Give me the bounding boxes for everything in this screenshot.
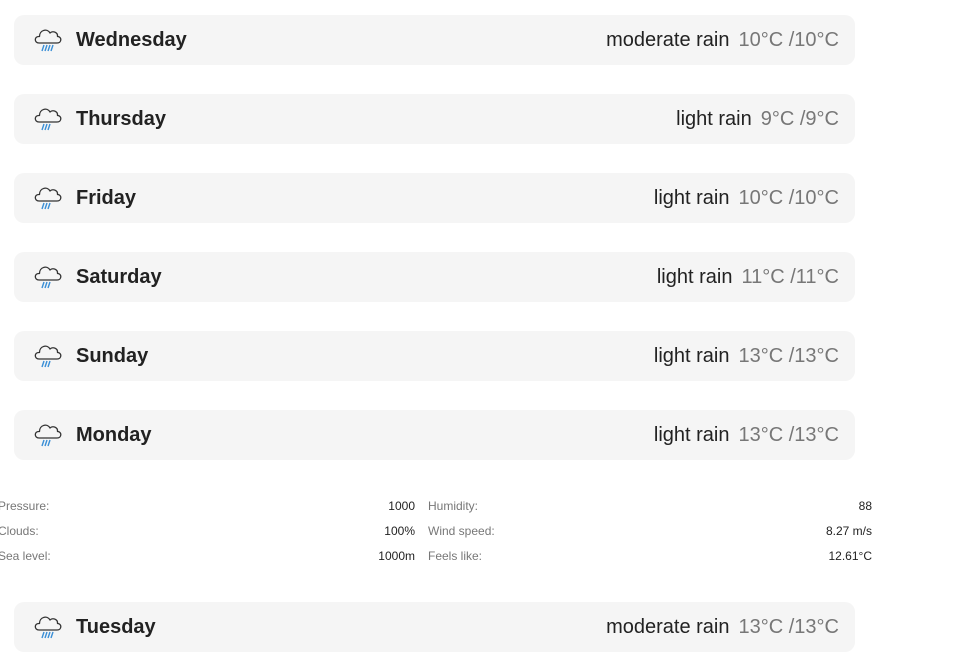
forecast-row-sunday[interactable]: Sunday light rain 13°C /13°C bbox=[14, 331, 855, 381]
weather-description: moderate rain bbox=[606, 29, 730, 51]
weather-description: light rain bbox=[653, 345, 730, 367]
day-name: Saturday bbox=[76, 266, 162, 288]
rain-cloud-icon bbox=[31, 419, 63, 451]
rain-cloud-icon bbox=[31, 103, 63, 135]
rain-cloud-icon bbox=[31, 611, 63, 643]
forecast-row-friday[interactable]: Friday light rain 10°C /10°C bbox=[14, 173, 855, 223]
humidity-label: Humidity: bbox=[428, 499, 479, 513]
temperature-range: 13°C /13°C bbox=[738, 616, 840, 638]
day-name: Wednesday bbox=[76, 29, 187, 51]
pressure-label: Pressure: bbox=[0, 499, 50, 513]
temperature-range: 11°C /11°C bbox=[741, 266, 839, 288]
rain-cloud-icon bbox=[31, 24, 63, 56]
clouds-label: Clouds: bbox=[0, 524, 39, 538]
pressure-row: Pressure: 1000 bbox=[0, 494, 415, 519]
day-name: Sunday bbox=[76, 345, 149, 367]
day-name: Thursday bbox=[76, 108, 167, 130]
clouds-row: Clouds: 100% bbox=[0, 519, 415, 544]
sea-level-value: 1000m bbox=[378, 549, 415, 563]
feels-like-value: 12.61°C bbox=[828, 549, 873, 563]
wind-speed-row: Wind speed: 8.27 m/s bbox=[428, 519, 872, 544]
forecast-row-thursday[interactable]: Thursday light rain 9°C /9°C bbox=[14, 94, 855, 144]
wind-speed-label: Wind speed: bbox=[428, 524, 495, 538]
weather-description: light rain bbox=[676, 108, 752, 130]
weather-description: light rain bbox=[653, 187, 730, 209]
rain-cloud-icon bbox=[31, 340, 63, 372]
feels-like-label: Feels like: bbox=[428, 549, 483, 563]
temperature-range: 13°C /13°C bbox=[738, 424, 840, 446]
weather-description: light rain bbox=[653, 424, 730, 446]
humidity-row: Humidity: 88 bbox=[428, 494, 872, 519]
temperature-range: 10°C /10°C bbox=[738, 29, 840, 51]
forecast-row-wednesday[interactable]: Wednesday moderate rain 10°C /10°C bbox=[14, 15, 855, 65]
weather-description: light rain bbox=[656, 266, 733, 288]
weather-details-panel: Pressure: 1000 Clouds: 100% Sea level: 1… bbox=[0, 494, 955, 574]
forecast-row-saturday[interactable]: Saturday light rain 11°C /11°C bbox=[14, 252, 855, 302]
day-name: Friday bbox=[76, 187, 137, 209]
clouds-value: 100% bbox=[384, 524, 415, 538]
temperature-range: 13°C /13°C bbox=[738, 345, 840, 367]
wind-speed-value: 8.27 m/s bbox=[825, 524, 872, 538]
temperature-range: 10°C /10°C bbox=[738, 187, 840, 209]
forecast-row-monday[interactable]: Monday light rain 13°C /13°C bbox=[14, 410, 855, 460]
humidity-value: 88 bbox=[858, 499, 872, 513]
rain-cloud-icon bbox=[31, 261, 63, 293]
pressure-value: 1000 bbox=[388, 499, 415, 513]
forecast-row-tuesday[interactable]: Tuesday moderate rain 13°C /13°C bbox=[14, 602, 855, 652]
sea-level-row: Sea level: 1000m bbox=[0, 544, 415, 569]
forecast-page: Wednesday moderate rain 10°C /10°C Thursd… bbox=[0, 0, 955, 666]
rain-cloud-icon bbox=[31, 182, 63, 214]
day-name: Monday bbox=[76, 424, 152, 446]
day-name: Tuesday bbox=[76, 616, 156, 638]
weather-description: moderate rain bbox=[606, 616, 730, 638]
temperature-range: 9°C /9°C bbox=[760, 108, 839, 130]
sea-level-label: Sea level: bbox=[0, 549, 51, 563]
feels-like-row: Feels like: 12.61°C bbox=[428, 544, 872, 569]
